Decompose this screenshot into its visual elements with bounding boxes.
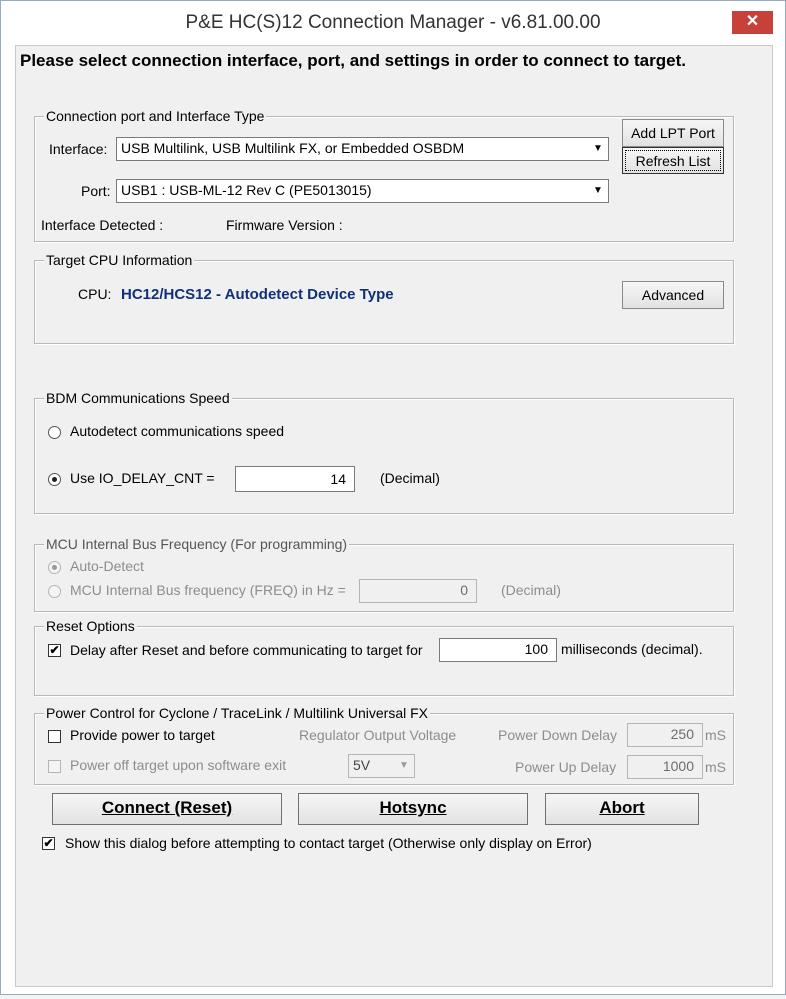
target-cpu-legend: Target CPU Information [44, 252, 195, 268]
instruction-text: Please select connection interface, port… [20, 51, 686, 70]
interface-label: Interface: [49, 141, 108, 157]
connection-group: Connection port and Interface Type Inter… [34, 108, 734, 242]
autodetect-speed-label: Autodetect communications speed [70, 423, 285, 439]
bus-frequency-label: MCU Internal Bus frequency (FREQ) in Hz … [70, 582, 346, 598]
delay-after-reset-checkbox[interactable]: ✔ [48, 644, 61, 657]
add-lpt-port-button[interactable]: Add LPT Port [622, 119, 724, 147]
chevron-down-icon[interactable]: ▼ [589, 139, 607, 159]
port-dropdown[interactable]: USB1 : USB-ML-12 Rev C (PE5013015) ▼ [116, 179, 609, 203]
chevron-down-icon[interactable]: ▼ [589, 181, 607, 201]
reset-delay-units: milliseconds (decimal). [561, 641, 703, 657]
target-cpu-group: Target CPU Information CPU: HC12/HCS12 -… [34, 252, 734, 344]
connection-group-legend: Connection port and Interface Type [44, 108, 267, 124]
dialog-client-area: Please select connection interface, port… [15, 45, 773, 987]
interface-dropdown[interactable]: USB Multilink, USB Multilink FX, or Embe… [116, 137, 609, 161]
autodetect-speed-radio[interactable] [48, 426, 61, 439]
voltage-dropdown[interactable]: 5V ▼ [348, 754, 415, 778]
connect-reset-label: Connect (Reset) [101, 798, 233, 817]
close-button[interactable]: ✕ [732, 11, 773, 34]
io-delay-label: Use IO_DELAY_CNT = [70, 470, 215, 486]
cpu-value: HC12/HCS12 - Autodetect Device Type [121, 286, 394, 303]
cpu-label: CPU: [78, 286, 112, 302]
auto-detect-frequency-label: Auto-Detect [70, 558, 144, 574]
interface-value: USB Multilink, USB Multilink FX, or Embe… [121, 140, 465, 156]
interface-detected-label: Interface Detected : [41, 217, 164, 233]
hotsync-button[interactable]: Hotsync [298, 793, 528, 825]
power-off-exit-checkbox[interactable] [48, 760, 61, 773]
power-up-delay-label: Power Up Delay [515, 759, 617, 775]
connect-reset-button[interactable]: Connect (Reset) [52, 793, 282, 825]
power-down-delay-input[interactable]: 250 [627, 723, 703, 747]
show-dialog-checkbox[interactable]: ✔ [42, 837, 55, 850]
reset-options-legend: Reset Options [44, 618, 137, 634]
power-up-delay-input[interactable]: 1000 [627, 755, 703, 779]
io-delay-units: (Decimal) [380, 470, 440, 486]
advanced-button[interactable]: Advanced [622, 281, 724, 309]
firmware-version-label: Firmware Version : [226, 217, 343, 233]
mcu-frequency-legend: MCU Internal Bus Frequency (For programm… [44, 536, 350, 552]
bdm-speed-legend: BDM Communications Speed [44, 390, 232, 406]
abort-button[interactable]: Abort [545, 793, 699, 825]
window-title: P&E HC(S)12 Connection Manager - v6.81.0… [185, 12, 601, 33]
power-control-group: Power Control for Cyclone / TraceLink / … [34, 705, 734, 785]
port-value: USB1 : USB-ML-12 Rev C (PE5013015) [121, 182, 372, 198]
port-label: Port: [81, 183, 111, 199]
bus-frequency-input[interactable]: 0 [359, 579, 477, 603]
reset-options-group: Reset Options ✔ Delay after Reset and be… [34, 618, 734, 696]
reset-delay-input[interactable]: 100 [439, 638, 557, 662]
bus-frequency-units: (Decimal) [501, 582, 561, 598]
provide-power-label: Provide power to target [70, 727, 215, 743]
refresh-list-button[interactable]: Refresh List [622, 147, 724, 174]
chevron-down-icon[interactable]: ▼ [395, 756, 413, 776]
power-down-delay-label: Power Down Delay [498, 727, 618, 743]
connection-manager-window: P&E HC(S)12 Connection Manager - v6.81.0… [0, 0, 786, 995]
show-dialog-label: Show this dialog before attempting to co… [65, 835, 592, 851]
regulator-voltage-label: Regulator Output Voltage [299, 727, 457, 743]
title-bar[interactable]: P&E HC(S)12 Connection Manager - v6.81.0… [1, 1, 785, 45]
bus-frequency-radio[interactable] [48, 585, 61, 598]
bdm-speed-group: BDM Communications Speed Autodetect comm… [34, 390, 734, 514]
power-down-delay-units: mS [705, 727, 726, 743]
mcu-frequency-group: MCU Internal Bus Frequency (For programm… [34, 536, 734, 612]
abort-label: Abort [599, 798, 645, 817]
power-off-exit-label: Power off target upon software exit [70, 757, 287, 773]
voltage-value: 5V [353, 757, 371, 773]
delay-after-reset-label: Delay after Reset and before communicati… [70, 642, 423, 658]
hotsync-label: Hotsync [379, 798, 447, 817]
provide-power-checkbox[interactable] [48, 730, 61, 743]
io-delay-radio[interactable] [48, 473, 61, 486]
power-up-delay-units: mS [705, 759, 726, 775]
io-delay-input[interactable]: 14 [235, 466, 355, 492]
power-control-legend: Power Control for Cyclone / TraceLink / … [44, 705, 431, 721]
auto-detect-frequency-radio[interactable] [48, 561, 61, 574]
